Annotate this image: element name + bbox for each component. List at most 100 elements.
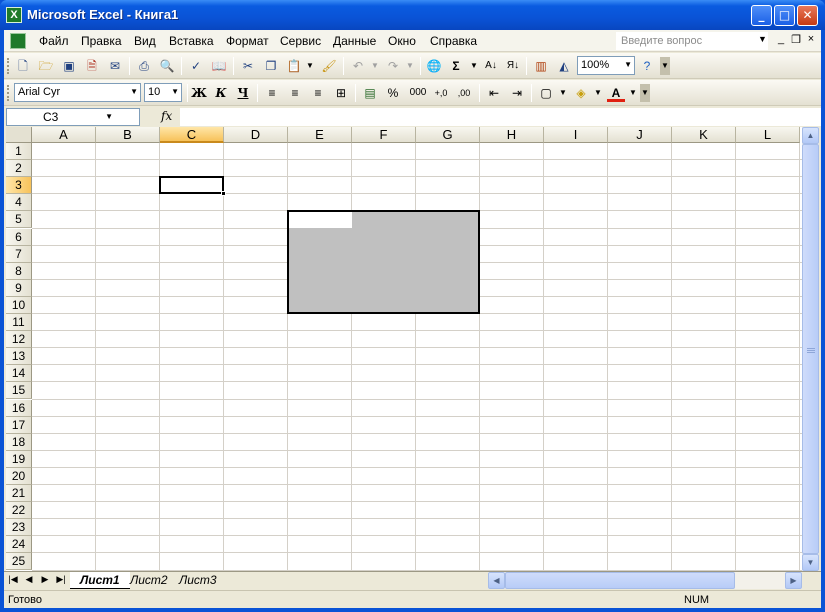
mdi-restore-button[interactable]: ❐ [789,33,803,46]
help-search-input[interactable]: Введите вопрос [616,32,768,50]
font-color-icon[interactable]: A [607,84,625,102]
row-header-5[interactable]: 5 [6,211,32,229]
autosum-dropdown-icon[interactable]: ▼ [465,57,483,75]
decrease-decimal-icon[interactable]: ,00 [455,84,473,102]
chevron-down-icon[interactable]: ▼ [171,87,179,96]
row-header-2[interactable]: 2 [6,160,32,178]
paste-dropdown-icon[interactable]: ▼ [301,57,319,75]
currency-icon[interactable]: ▤ [361,84,379,102]
print-icon[interactable]: ⎙ [135,57,153,75]
borders-icon[interactable]: ▢ [537,84,555,102]
row-header-24[interactable]: 24 [6,536,32,554]
column-header-a[interactable]: A [32,127,96,143]
print-preview-icon[interactable]: 🔍 [158,57,176,75]
row-header-6[interactable]: 6 [6,228,32,246]
bold-button[interactable]: Ж [190,84,208,102]
close-button[interactable]: ✕ [797,5,818,26]
scroll-right-icon[interactable]: ▶ [785,572,802,589]
menu-tools[interactable]: Сервис [280,34,321,48]
align-center-icon[interactable]: ≡ [286,84,304,102]
font-size-select[interactable]: 10 ▼ [144,83,182,102]
borders-dropdown-icon[interactable]: ▼ [554,84,572,102]
redo-dropdown-icon[interactable]: ▼ [401,57,419,75]
column-header-e[interactable]: E [288,127,352,143]
menu-file[interactable]: Файл [39,34,69,48]
row-header-12[interactable]: 12 [6,331,32,349]
chevron-down-icon[interactable]: ▼ [130,87,138,96]
help-icon[interactable]: ? [638,57,656,75]
fill-dropdown-icon[interactable]: ▼ [589,84,607,102]
column-header-c[interactable]: C [160,127,224,143]
chevron-down-icon[interactable]: ▼ [624,60,632,69]
align-right-icon[interactable]: ≡ [309,84,327,102]
range-anchor-cell[interactable] [289,212,352,229]
menu-insert[interactable]: Вставка [169,34,214,48]
menu-help[interactable]: Справка [430,34,477,48]
undo-icon[interactable]: ↶ [349,57,367,75]
menu-edit[interactable]: Правка [81,34,122,48]
undo-dropdown-icon[interactable]: ▼ [366,57,384,75]
research-icon[interactable]: 📖 [210,57,228,75]
row-header-9[interactable]: 9 [6,279,32,297]
font-name-select[interactable]: Arial Cyr ▼ [14,83,141,102]
chart-wizard-icon[interactable]: ▥ [532,57,550,75]
row-header-14[interactable]: 14 [6,365,32,383]
column-header-l[interactable]: L [736,127,800,143]
workbook-icon[interactable] [10,33,26,49]
scroll-down-icon[interactable]: ▼ [802,554,819,571]
select-all-corner[interactable] [6,127,32,143]
zoom-select[interactable]: 100% ▼ [577,56,635,75]
row-header-13[interactable]: 13 [6,348,32,366]
chevron-down-icon[interactable]: ▼ [105,112,113,121]
toolbar-options-icon[interactable]: ▼ [660,57,670,75]
column-header-k[interactable]: K [672,127,736,143]
row-header-3[interactable]: 3 [6,177,32,195]
row-header-23[interactable]: 23 [6,519,32,537]
column-header-j[interactable]: J [608,127,672,143]
row-header-18[interactable]: 18 [6,433,32,451]
vertical-scrollbar[interactable]: ▲ ▼ [802,127,819,571]
horizontal-scroll-thumb[interactable] [505,572,735,589]
row-header-19[interactable]: 19 [6,450,32,468]
toolbar-grip[interactable] [7,58,10,74]
sort-desc-icon[interactable]: Я↓ [504,57,522,75]
column-header-i[interactable]: I [544,127,608,143]
horizontal-scrollbar[interactable]: ◀ ▶ [488,572,802,589]
toolbar-options-icon[interactable]: ▼ [640,84,650,102]
next-sheet-icon[interactable]: ▶ [38,574,52,585]
menu-format[interactable]: Формат [226,34,269,48]
column-header-b[interactable]: B [96,127,160,143]
fill-handle[interactable] [221,191,226,197]
mdi-minimize-button[interactable]: _ [774,33,788,45]
chevron-down-icon[interactable]: ▼ [758,34,767,44]
spelling-icon[interactable]: ✓ [187,57,205,75]
save-icon[interactable]: ▣ [60,57,78,75]
row-header-25[interactable]: 25 [6,553,32,571]
last-sheet-icon[interactable]: ▶| [54,574,68,585]
format-painter-icon[interactable]: 🖌 [320,57,338,75]
copy-icon[interactable]: ❐ [262,57,280,75]
decrease-indent-icon[interactable]: ⇤ [485,84,503,102]
row-header-1[interactable]: 1 [6,143,32,161]
row-header-22[interactable]: 22 [6,502,32,520]
column-header-g[interactable]: G [416,127,480,143]
new-icon[interactable]: 🗋 [14,57,32,75]
maximize-button[interactable]: □ [774,5,795,26]
thousands-button[interactable]: 000 [407,84,429,102]
row-header-8[interactable]: 8 [6,262,32,280]
scroll-left-icon[interactable]: ◀ [488,572,505,589]
function-icon[interactable]: fx [161,109,172,123]
first-sheet-icon[interactable]: |◀ [6,574,20,585]
italic-button[interactable]: К [212,84,230,102]
row-header-17[interactable]: 17 [6,416,32,434]
worksheet-grid[interactable]: A B C D E F G H I J K L 1 2 3 4 5 6 7 8 9 10 11 12 13 14 15 16 17 18 1… [6,127,802,571]
excel-app-icon[interactable]: X [6,7,22,23]
autosum-icon[interactable]: Σ [447,57,465,75]
open-icon[interactable]: 🗁 [37,57,55,75]
align-left-icon[interactable]: ≡ [263,84,281,102]
sheet-tab-3[interactable]: Лист3 [169,572,227,589]
permission-icon[interactable]: 🗎 [83,57,101,75]
row-header-15[interactable]: 15 [6,382,32,400]
row-header-21[interactable]: 21 [6,485,32,503]
scroll-up-icon[interactable]: ▲ [802,127,819,144]
